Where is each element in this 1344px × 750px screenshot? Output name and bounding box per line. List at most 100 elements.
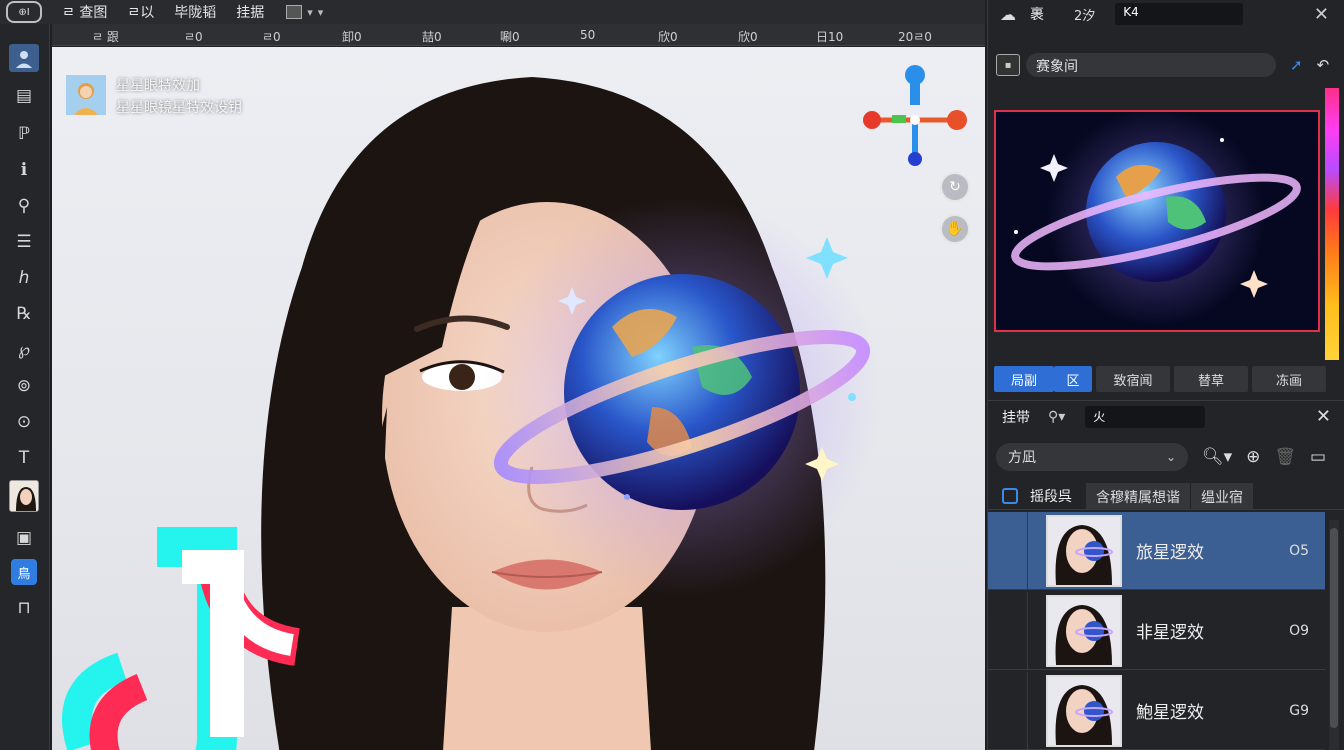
effects-tool[interactable]: 鳥 [9,558,39,586]
pin-icon[interactable]: ➚ [1290,56,1303,74]
layers-field[interactable]: 火 [1085,405,1206,428]
ruler-tick: 卸0 [342,30,362,44]
menu-item-1[interactable]: ㄹ 查图 [62,2,107,22]
layers-tool[interactable]: ☰ [9,228,39,256]
layers-title: 挂带 [1002,409,1030,426]
select-tool[interactable] [9,44,39,72]
crop-tool[interactable]: ℎ [9,264,39,292]
chevron-down-icon: ▾ [307,5,313,19]
cloud-icon[interactable]: ☁ [1000,5,1016,24]
view-dropdown[interactable]: ▾ ▾ [286,5,323,19]
layer-thumbnail [1046,674,1122,747]
tab-1[interactable]: 局副 [994,366,1054,392]
layers-list: 旅星逻效 O5 非星逻效 O9 鮑星逻效 G9 [988,512,1328,750]
ruler-tick: ㄹ 跟 [92,30,119,44]
zoom-icon[interactable]: ⊕ [1246,447,1260,467]
layers-scrollbar[interactable] [1329,520,1339,750]
layer-row[interactable]: 鮑星逻效 G9 [988,672,1325,750]
image-tool[interactable]: ▤ [9,82,39,110]
ruler-tick: ㄹ0 [184,30,203,44]
face-tool[interactable] [9,480,39,512]
trash-icon[interactable]: 🗑︎ [1274,447,1296,467]
tab-2[interactable]: 区 [1054,366,1092,392]
undo-icon[interactable]: ↶ [1317,56,1330,74]
effect-preview [994,110,1320,332]
effect-icon: 鳥 [11,559,37,585]
layer-info-line-2: 星星眼镜星特效设钥 [116,100,242,116]
panel-header: ☁ 裹 2汐 K4 ✕ [988,0,1344,28]
camera-icon[interactable]: ▭ [1310,447,1326,467]
menu-bar: ⊕I ㄹ 查图 ㄹ以 毕陇韬 挂据 ▾ ▾ [0,0,985,24]
layer-name: 鮑星逻效 [1136,703,1204,723]
table-tool[interactable]: ⊓ [9,594,39,622]
layer-group-icon [1002,487,1018,504]
scrollbar-thumb[interactable] [1330,528,1338,728]
app-window: ⊕I ㄹ 查图 ㄹ以 毕陇韬 挂据 ▾ ▾ ㄹ 跟 ㄹ0 ㄹ0 卸0 喆0 唰0… [0,0,1344,750]
visibility-toggle[interactable] [988,592,1028,669]
column-name: 摇段呉 [1030,488,1072,505]
search-icon[interactable]: 🔍︎▾ [1202,447,1232,467]
visibility-toggle[interactable] [988,672,1028,749]
stamp-tool[interactable]: ℞ [9,300,39,328]
layer-thumbnail [1046,514,1122,587]
layers-header: 挂带 ⚲▾ 火 ✕ [988,400,1344,432]
filter-row: 方凪 ⌄ 🔍︎▾ ⊕ 🗑︎ ▭ [996,442,1341,472]
hand-icon: ✋ [946,221,964,237]
lasso-tool[interactable]: ⚲ [9,192,39,220]
rotate-icon: ↻ [949,179,961,195]
ruler-tick: ㄹ0 [262,30,281,44]
layer-value: G9 [1289,702,1309,719]
blur-tool[interactable]: ⊚ [9,372,39,400]
search-row: ▪ 赛象间 ➚ ↶ [996,52,1339,78]
layers-column-header: 摇段呉 含穆精属想谐 缊业宿 [988,482,1344,510]
menu-item-4[interactable]: 挂据 [236,2,264,22]
tab-4[interactable]: 替草 [1174,366,1248,392]
hue-slider[interactable] [1325,88,1339,360]
layer-value: O9 [1289,622,1309,639]
menu-item-3[interactable]: 毕陇韬 [174,2,216,22]
menu-item-2[interactable]: ㄹ以 [127,2,154,22]
color-swatch-icon[interactable]: ▪ [996,54,1020,76]
layer-avatar [66,75,106,115]
gradient-tool[interactable]: ▣ [9,524,39,552]
ruler-tick: 50 [580,28,596,42]
column-c[interactable]: 缊业宿 [1190,482,1253,509]
horizontal-ruler[interactable]: ㄹ 跟 ㄹ0 ㄹ0 卸0 喆0 唰0 50 欣0 欣0 日10 20ㄹ0 [52,24,985,46]
layer-row[interactable]: 旅星逻效 O5 [988,512,1325,590]
layer-name: 旅星逻效 [1136,543,1204,563]
layer-info-badge: 星星眼特效加 星星眼镜星特效设钥 [66,75,242,119]
hand-tool-button[interactable]: ✋ [940,214,970,244]
layer-thumbnail [1046,594,1122,667]
layer-filter-select[interactable]: 方凪 ⌄ [996,443,1188,471]
column-b[interactable]: 含穆精属想谐 [1086,482,1190,509]
path-tool[interactable]: ℘ [9,336,39,364]
visibility-toggle[interactable] [988,512,1028,589]
tab-3[interactable]: 致宿闻 [1096,366,1170,392]
close-icon[interactable]: ✕ [1314,4,1329,25]
dodge-tool[interactable]: ⊙ [9,408,39,436]
ruler-tick: 日10 [816,30,844,44]
text-tool[interactable]: T [9,444,39,472]
planet-preview-image [996,112,1318,330]
panel-field[interactable]: K4 [1115,3,1244,25]
brush-tool[interactable]: ℙ [9,120,39,148]
panel-tabs: 局副 区 致宿闻 替草 冻画 [994,366,1340,392]
chevron-down-icon-2: ▾ [317,5,324,19]
search-input[interactable]: 赛象间 [1026,53,1276,77]
app-logo-icon[interactable]: ⊕I [6,1,42,23]
close-icon-2[interactable]: ✕ [1316,406,1331,427]
panel-title: 裹 [1030,7,1044,23]
rotate-view-button[interactable]: ↻ [940,172,970,202]
panel-label: 2汐 [1074,8,1096,24]
link-icon[interactable]: ⚲▾ [1048,409,1065,425]
ruler-tick: 欣0 [658,30,678,44]
tab-5[interactable]: 冻画 [1252,366,1326,392]
layer-info-line-1: 星星眼特效加 [116,78,200,94]
layer-row[interactable]: 非星逻效 O9 [988,592,1325,670]
ruler-tick: 唰0 [500,30,520,44]
ruler-tick: 欣0 [738,30,758,44]
ruler-tick: 喆0 [422,30,442,44]
pen-tool[interactable]: ℹ [9,156,39,184]
chevron-down-icon: ⌄ [1165,450,1176,464]
image-canvas[interactable]: 星星眼特效加 星星眼镜星特效设钥 ↻ ✋ [52,47,985,750]
